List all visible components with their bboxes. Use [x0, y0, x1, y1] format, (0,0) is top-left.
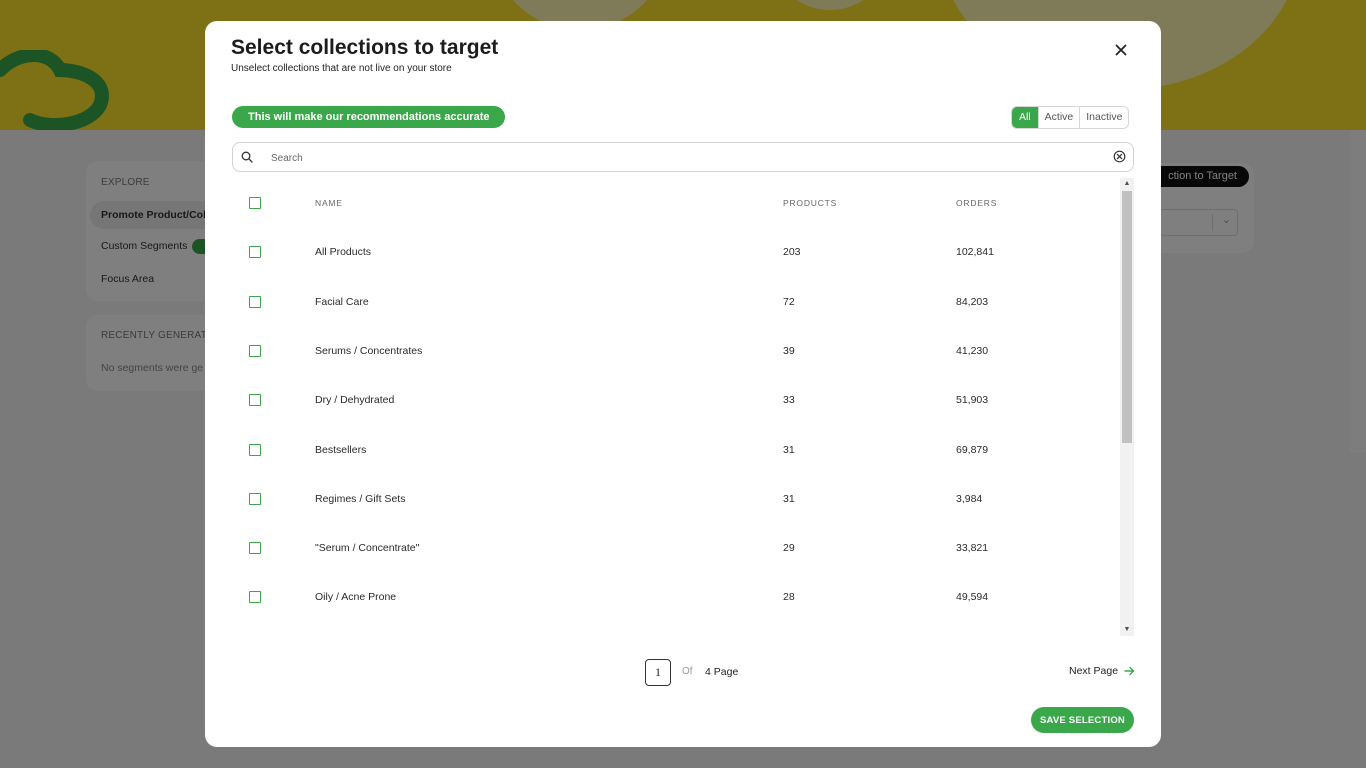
column-header-name[interactable]: NAME — [315, 198, 343, 208]
collection-name: Oily / Acne Prone — [315, 591, 397, 603]
scroll-down-icon[interactable]: ▼ — [1120, 624, 1134, 636]
row-checkbox[interactable] — [249, 542, 261, 554]
products-count: 31 — [783, 493, 795, 505]
clear-circle-icon[interactable] — [1113, 150, 1126, 163]
products-count: 203 — [783, 246, 801, 258]
products-count: 33 — [783, 394, 795, 406]
orders-count: 33,821 — [956, 542, 989, 554]
products-count: 29 — [783, 542, 795, 554]
table-scrollbar[interactable]: ▲ ▼ — [1120, 178, 1134, 636]
arrow-right-icon — [1124, 666, 1135, 676]
search-icon — [241, 151, 253, 163]
table-row: Dry / Dehydrated 33 51,903 — [232, 375, 1120, 424]
table-row: All Products 203 102,841 — [232, 227, 1120, 276]
modal-title: Select collections to target — [231, 36, 499, 59]
accuracy-info-pill: This will make our recommendations accur… — [232, 106, 506, 128]
scroll-up-icon[interactable]: ▲ — [1120, 178, 1134, 190]
collection-name: Dry / Dehydrated — [315, 394, 395, 406]
search-bar — [232, 142, 1134, 172]
row-checkbox[interactable] — [249, 246, 261, 258]
products-count: 31 — [783, 444, 795, 456]
row-checkbox[interactable] — [249, 394, 261, 406]
collection-name: All Products — [315, 246, 372, 258]
table-row: "Serum / Concentrate" 29 33,821 — [232, 523, 1120, 572]
table-row: Facial Care 72 84,203 — [232, 276, 1120, 325]
current-page-input[interactable]: 1 — [645, 659, 671, 686]
orders-count: 84,203 — [956, 296, 989, 308]
table-row: Bestsellers 31 69,879 — [232, 424, 1120, 473]
close-icon — [1115, 44, 1127, 56]
table-row: Oily / Acne Prone 28 49,594 — [232, 572, 1120, 621]
next-page-label: Next Page — [1069, 665, 1119, 677]
row-checkbox[interactable] — [249, 493, 261, 505]
orders-count: 3,984 — [956, 493, 983, 505]
collections-table: NAME PRODUCTS ORDERS All Products 203 10… — [232, 178, 1134, 636]
collection-name: Serums / Concentrates — [315, 345, 423, 357]
products-count: 28 — [783, 591, 795, 603]
filter-active[interactable]: Active — [1037, 107, 1080, 128]
row-checkbox[interactable] — [249, 345, 261, 357]
orders-count: 69,879 — [956, 444, 989, 456]
select-collections-modal: Select collections to target Unselect co… — [205, 21, 1161, 747]
save-selection-button[interactable]: SAVE SELECTION — [1031, 707, 1134, 733]
modal-subtitle: Unselect collections that are not live o… — [231, 63, 452, 74]
collection-name: Facial Care — [315, 296, 369, 308]
orders-count: 51,903 — [956, 394, 989, 406]
next-page-button[interactable]: Next Page — [1069, 665, 1135, 677]
page-of-label: Of — [682, 666, 693, 677]
collection-name: "Serum / Concentrate" — [315, 542, 420, 554]
column-header-orders[interactable]: ORDERS — [956, 198, 997, 208]
orders-count: 102,841 — [956, 246, 994, 258]
collection-name: Bestsellers — [315, 444, 367, 456]
row-checkbox[interactable] — [249, 591, 261, 603]
collection-name: Regimes / Gift Sets — [315, 493, 406, 505]
filter-inactive[interactable]: Inactive — [1079, 107, 1128, 128]
page-total-label: 4 Page — [705, 666, 739, 678]
scroll-thumb[interactable] — [1122, 191, 1132, 443]
products-count: 72 — [783, 296, 795, 308]
orders-count: 49,594 — [956, 591, 989, 603]
orders-count: 41,230 — [956, 345, 989, 357]
select-all-checkbox[interactable] — [249, 197, 261, 209]
close-button[interactable] — [1110, 39, 1132, 61]
row-checkbox[interactable] — [249, 296, 261, 308]
table-header-row: NAME PRODUCTS ORDERS — [232, 178, 1120, 227]
table-row: Regimes / Gift Sets 31 3,984 — [232, 473, 1120, 522]
table-row: Serums / Concentrates 39 41,230 — [232, 325, 1120, 374]
column-header-products[interactable]: PRODUCTS — [783, 198, 837, 208]
status-filter: All Active Inactive — [1011, 106, 1130, 129]
filter-all[interactable]: All — [1012, 107, 1038, 128]
products-count: 39 — [783, 345, 795, 357]
row-checkbox[interactable] — [249, 444, 261, 456]
search-input[interactable] — [269, 148, 1103, 168]
